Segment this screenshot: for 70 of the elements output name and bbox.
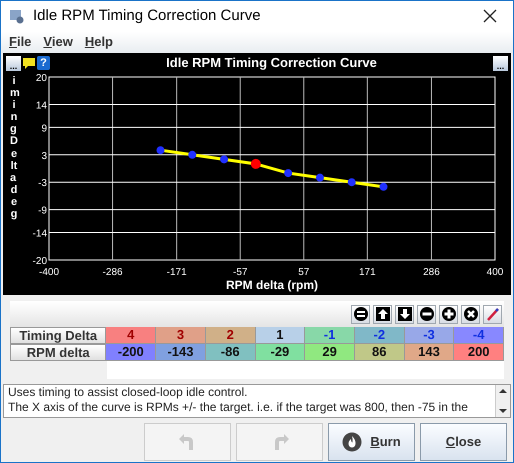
close-icon [462,306,478,322]
toolbar-button[interactable] [373,304,392,324]
description-text: Uses timing to assist closed-loop idle control. [8,385,248,400]
table-cell[interactable]: -86 [206,344,256,361]
table-cell[interactable]: -143 [156,344,206,361]
x-tick-label: -286 [102,267,123,278]
table-cell[interactable]: -3 [404,327,454,344]
table-cell[interactable]: -29 [256,344,306,361]
plus-icon [440,306,456,322]
pencil-icon [484,306,500,322]
y-tick-label: 20 [36,73,47,84]
y-tick-label: -9 [38,206,47,217]
table-cell[interactable]: -1 [305,327,355,344]
window-title: Idle RPM Timing Correction Curve [33,6,262,26]
curve-point[interactable] [284,169,292,178]
table-cell[interactable]: 29 [305,344,355,361]
toolbar-button[interactable] [395,304,414,324]
y-tick-label: 3 [41,150,47,162]
menu-item[interactable]: Help [84,32,114,52]
table-cell[interactable]: -200 [106,344,156,361]
help-button[interactable]: ? [37,56,50,70]
options-button[interactable]: ... [6,56,21,70]
minus-icon [418,306,434,322]
x-tick-label: 286 [423,267,440,278]
x-tick-label: 171 [359,267,376,278]
y-tick-label: -20 [32,256,47,267]
row-header: RPM delta [10,344,106,361]
table-cell[interactable]: 3 [156,327,206,344]
curve-point[interactable] [220,155,228,164]
table-cell[interactable]: 200 [454,344,504,361]
table-cell[interactable]: 86 [354,344,405,361]
y-tick-label: 14 [36,100,47,112]
toolbar-button[interactable] [351,304,370,324]
y-axis-title: iming Delta deg [10,75,18,222]
flame-icon [342,432,362,452]
close-icon[interactable] [483,9,497,23]
app-icon [9,8,25,24]
table-cell[interactable]: 143 [404,344,454,361]
chart-title: Idle RPM Timing Correction Curve [165,54,378,72]
x-tick-label: 57 [298,267,310,278]
toolbar-button[interactable] [439,304,458,324]
arrow-up-icon [374,306,390,322]
curve-point[interactable] [250,158,261,169]
x-tick-label: -171 [166,267,187,278]
menu-item[interactable]: File [9,32,32,52]
table-cell[interactable]: 2 [206,327,256,344]
table-cell[interactable]: -2 [354,327,405,344]
y-tick-label: 9 [41,123,47,134]
toolbar-button[interactable] [461,304,480,324]
curve-point[interactable] [348,178,356,186]
scrollbar[interactable] [495,385,510,417]
curve-point[interactable] [316,174,324,182]
burn-button[interactable]: Burn [328,423,415,461]
options-button[interactable]: ... [493,56,508,70]
table-cell[interactable]: 1 [256,327,306,344]
y-tick-label: -14 [32,228,47,240]
equals-icon [352,306,368,322]
arrow-down-icon [396,306,412,322]
x-tick-label: -400 [39,267,59,278]
x-tick-label: -57 [233,267,248,278]
close-button[interactable]: Close [420,423,507,461]
curve-point[interactable] [188,150,196,159]
x-tick-label: 400 [486,267,504,278]
x-axis-title: RPM delta (rpm) [226,278,318,292]
toolbar-button[interactable] [417,304,436,324]
y-tick-label: -3 [38,178,47,190]
row-header: Timing Delta [10,327,106,344]
comment-icon[interactable] [22,56,36,70]
description-text: The X axis of the curve is RPMs +/- the target. i.e. if the target was 800, then -75 in the [8,400,469,415]
menu-item[interactable]: View [43,32,73,52]
